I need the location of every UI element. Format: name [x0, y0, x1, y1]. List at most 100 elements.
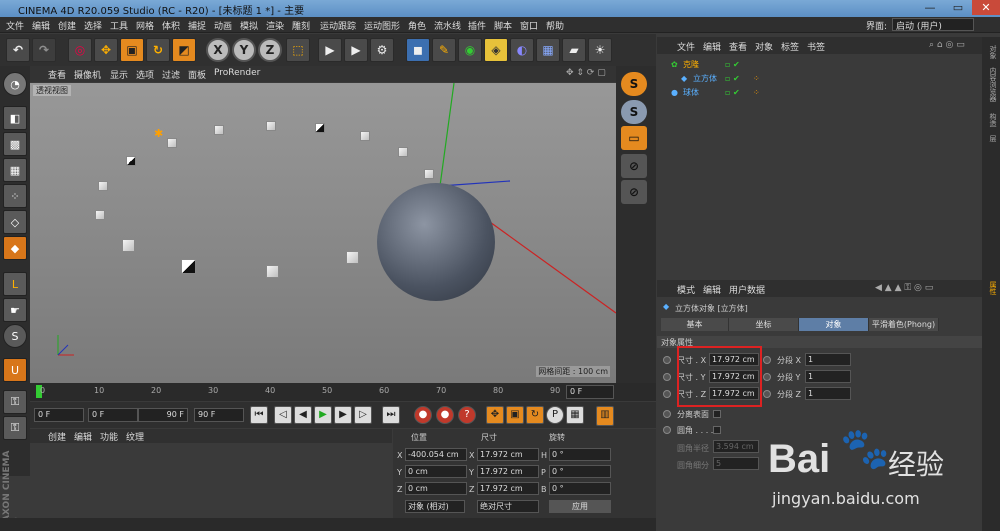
coordinate-system-icon[interactable]: ⬚ [286, 38, 310, 62]
menu-help[interactable]: 帮助 [546, 19, 564, 32]
vp-menu-view[interactable]: 查看 [48, 68, 66, 81]
mograph-icon[interactable]: ◈ [484, 38, 508, 62]
clone-cube[interactable] [214, 125, 224, 135]
key-pla-icon[interactable]: ▦ [566, 406, 584, 424]
key-rotation-icon[interactable]: ↻ [526, 406, 544, 424]
next-key-icon[interactable]: ▷ [354, 406, 372, 424]
key-param-icon[interactable]: P [546, 406, 564, 424]
mat-menu-function[interactable]: 功能 [100, 430, 118, 443]
y-axis-icon[interactable]: Y [232, 38, 256, 62]
end-frame-field[interactable]: 90 F [194, 408, 244, 422]
object-row-sphere[interactable]: ● 球体 ▫ ✔ ⁘ [657, 86, 982, 100]
obj-menu-edit[interactable]: 编辑 [703, 40, 721, 53]
magnet-icon[interactable]: U [3, 358, 27, 382]
range-end-field[interactable]: 90 F [138, 408, 188, 422]
menu-mesh[interactable]: 网格 [136, 19, 154, 32]
snap-toggle-icon[interactable]: S [621, 72, 647, 96]
perspective-viewport[interactable]: 透视视图 ✱ 网格间距 : 100 cm [30, 83, 616, 383]
obj-menu-object[interactable]: 对象 [755, 40, 773, 53]
attr-menu-userdata[interactable]: 用户数据 [729, 283, 765, 296]
layout-select[interactable]: 启动 (用户) [892, 18, 974, 32]
menu-create[interactable]: 创建 [58, 19, 76, 32]
points-mode-icon[interactable]: ⁘ [3, 184, 27, 208]
anim-radio[interactable] [663, 410, 671, 418]
maximize-button[interactable]: ▭ [944, 0, 972, 15]
menu-volume[interactable]: 体积 [162, 19, 180, 32]
menu-animate[interactable]: 动画 [214, 19, 232, 32]
polygons-mode-icon[interactable]: ◆ [3, 236, 27, 260]
attr-nav-icons[interactable]: ◀ ▲ ▲ ⚿ ◎ ▭ [875, 283, 933, 293]
sidebar-tab-content-browser[interactable]: 内容浏览器 [984, 67, 998, 102]
next-frame-icon[interactable]: ▶ [334, 406, 352, 424]
attr-menu-mode[interactable]: 模式 [677, 283, 695, 296]
sidebar-tab-layers[interactable]: 层 [984, 135, 998, 142]
anim-radio[interactable] [763, 390, 771, 398]
floor-icon[interactable]: ▦ [536, 38, 560, 62]
menu-pipeline[interactable]: 流水线 [434, 19, 461, 32]
workplane-icon[interactable]: ▦ [3, 158, 27, 182]
menu-plugins[interactable]: 插件 [468, 19, 486, 32]
anim-radio[interactable] [663, 390, 671, 398]
menu-render[interactable]: 渲染 [266, 19, 284, 32]
mat-menu-texture[interactable]: 纹理 [126, 430, 144, 443]
object-row-cloner[interactable]: ✿ 克隆 ▫ ✔ [657, 58, 982, 72]
pen-icon[interactable]: ✎ [432, 38, 456, 62]
go-to-end-icon[interactable]: ⏭ [382, 406, 400, 424]
keyframe-selection-icon[interactable]: ? [458, 406, 476, 424]
rot-b-field[interactable]: 0 ° [549, 482, 611, 495]
menu-select[interactable]: 选择 [84, 19, 102, 32]
seg-x-input[interactable]: 1 [805, 353, 851, 366]
lock-icon[interactable]: ⚿ [3, 390, 27, 414]
redo-icon[interactable]: ↷ [32, 38, 56, 62]
visibility-check-icon[interactable]: ▫ ✔ [725, 58, 740, 72]
menu-edit[interactable]: 编辑 [32, 19, 50, 32]
anim-radio[interactable] [663, 426, 671, 434]
visibility-check-icon[interactable]: ▫ ✔ [725, 86, 740, 100]
tab-phong[interactable]: 平滑着色(Phong) [869, 318, 939, 331]
play-icon[interactable]: ▶ [314, 406, 332, 424]
viewport-nav-icons[interactable]: ✥ ⇕ ⟳ ▢ [566, 68, 606, 78]
menu-simulate[interactable]: 模拟 [240, 19, 258, 32]
subdivision-icon[interactable]: ◉ [458, 38, 482, 62]
menu-snap[interactable]: 捕捉 [188, 19, 206, 32]
menu-character[interactable]: 角色 [408, 19, 426, 32]
key-position-icon[interactable]: ✥ [486, 406, 504, 424]
size-y-field[interactable]: 17.972 cm [477, 465, 539, 478]
live-selection-icon[interactable]: ◎ [68, 38, 92, 62]
menu-tools[interactable]: 工具 [110, 19, 128, 32]
clone-cube[interactable] [167, 138, 177, 148]
visibility-check-icon[interactable]: ▫ ✔ [725, 72, 740, 86]
pos-x-field[interactable]: -400.054 cm [405, 448, 467, 461]
clone-cube[interactable] [122, 239, 135, 252]
start-frame-field[interactable]: 0 F [34, 408, 84, 422]
autokey-icon[interactable]: ● [436, 406, 454, 424]
clone-cube[interactable] [126, 156, 136, 166]
size-z-field[interactable]: 17.972 cm [477, 482, 539, 495]
apply-button[interactable]: 应用 [549, 500, 611, 513]
sidebar-tab-structure[interactable]: 构造 [984, 113, 998, 127]
sphere-object[interactable] [377, 183, 495, 301]
snap-settings-icon[interactable]: S [621, 100, 647, 124]
obj-menu-view[interactable]: 查看 [729, 40, 747, 53]
timeline[interactable]: 0 10 20 30 40 50 60 70 80 90 0 F [30, 383, 656, 401]
object-row-cube[interactable]: ◆ 立方体 ▫ ✔ ⁘ [657, 72, 982, 86]
deformer-icon[interactable]: ◐ [510, 38, 534, 62]
clone-cube[interactable] [346, 251, 359, 264]
x-axis-icon[interactable]: X [206, 38, 230, 62]
vp-menu-panel[interactable]: 面板 [188, 68, 206, 81]
model-mode-icon[interactable]: ◧ [3, 106, 27, 130]
light-icon[interactable]: ☀ [588, 38, 612, 62]
menu-motion-tracking[interactable]: 运动跟踪 [320, 19, 356, 32]
tab-basic[interactable]: 基本 [661, 318, 729, 331]
pos-z-field[interactable]: 0 cm [405, 482, 467, 495]
sidebar-tab-objects[interactable]: 对象 [984, 45, 998, 59]
go-to-start-icon[interactable]: ⏮ [250, 406, 268, 424]
render-settings-icon[interactable]: ⚙ [370, 38, 394, 62]
rot-h-field[interactable]: 0 ° [549, 448, 611, 461]
coord-mode-select[interactable]: 对象 (相对) [405, 500, 465, 513]
cube-object-icon[interactable]: ◼ [406, 38, 430, 62]
clone-null-icon[interactable]: ✱ [154, 127, 163, 140]
edges-mode-icon[interactable]: ◇ [3, 210, 27, 234]
anim-radio[interactable] [763, 356, 771, 364]
move-icon[interactable]: ✥ [94, 38, 118, 62]
